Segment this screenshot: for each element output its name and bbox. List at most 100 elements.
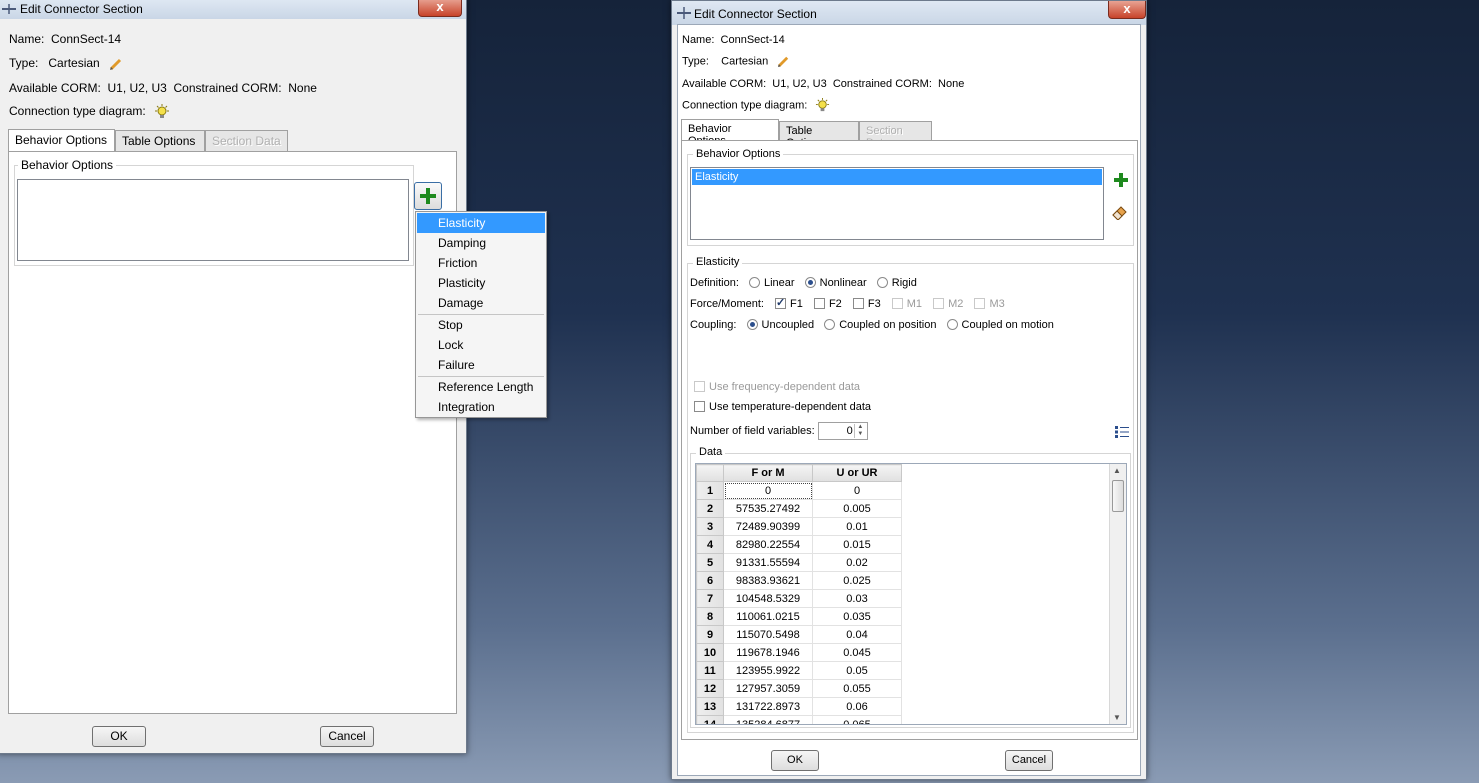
cell-f-or-m[interactable]: 57535.27492 — [723, 499, 813, 518]
eraser-icon[interactable] — [1111, 204, 1129, 220]
left-tab-table-options[interactable]: Table Options — [115, 130, 205, 151]
checkbox-label: F2 — [828, 298, 842, 310]
table-options-icon[interactable] — [1115, 426, 1129, 438]
radio-coupled-on-position[interactable] — [824, 319, 836, 330]
scroll-up-icon[interactable]: ▲ — [1113, 466, 1121, 475]
row-number[interactable]: 12 — [696, 679, 724, 698]
cell-u-or-ur[interactable]: 0.03 — [812, 589, 902, 608]
checkbox-f3[interactable] — [852, 298, 864, 309]
add-plus-icon[interactable] — [1114, 173, 1128, 187]
radio-linear[interactable] — [748, 277, 760, 288]
cell-u-or-ur[interactable]: 0.035 — [812, 607, 902, 626]
row-number[interactable]: 3 — [696, 517, 724, 536]
menu-item-plasticity[interactable]: Plasticity — [417, 273, 545, 293]
row-number[interactable]: 13 — [696, 697, 724, 716]
radio-uncoupled[interactable] — [746, 319, 758, 330]
field-vars-spinner[interactable]: 0 ▲ ▼ — [817, 422, 868, 440]
edit-pencil-icon[interactable] — [777, 55, 790, 68]
row-number[interactable]: 4 — [696, 535, 724, 554]
right-ok-button[interactable]: OK — [771, 750, 819, 771]
lightbulb-icon[interactable] — [154, 104, 170, 120]
cell-u-or-ur[interactable]: 0 — [812, 481, 902, 500]
row-number[interactable]: 2 — [696, 499, 724, 518]
cell-u-or-ur[interactable]: 0.01 — [812, 517, 902, 536]
radio-nonlinear[interactable] — [804, 277, 816, 288]
cell-f-or-m[interactable]: 119678.1946 — [723, 643, 813, 662]
row-number[interactable]: 9 — [696, 625, 724, 644]
menu-item-damage[interactable]: Damage — [417, 293, 545, 313]
cell-f-or-m[interactable]: 127957.3059 — [723, 679, 813, 698]
cell-u-or-ur[interactable]: 0.025 — [812, 571, 902, 590]
row-number[interactable]: 6 — [696, 571, 724, 590]
cell-f-or-m[interactable]: 82980.22554 — [723, 535, 813, 554]
menu-item-elasticity[interactable]: Elasticity — [417, 213, 545, 233]
right-cancel-button[interactable]: Cancel — [1005, 750, 1053, 771]
lightbulb-icon[interactable] — [815, 98, 830, 113]
right-behavior-list[interactable]: Elasticity — [690, 167, 1104, 240]
menu-item-integration[interactable]: Integration — [417, 397, 545, 417]
name-value: ConnSect-14 — [51, 32, 122, 46]
column-header-u-or-ur[interactable]: U or UR — [812, 464, 902, 482]
radio-coupled-on-motion[interactable] — [946, 319, 958, 330]
left-add-behavior-button[interactable] — [414, 182, 442, 210]
scrollbar-thumb[interactable] — [1112, 480, 1124, 512]
cell-u-or-ur[interactable]: 0.005 — [812, 499, 902, 518]
right-dialog-titlebar[interactable]: Edit Connector Section — [672, 1, 1146, 25]
cell-u-or-ur[interactable]: 0.055 — [812, 679, 902, 698]
menu-item-lock[interactable]: Lock — [417, 335, 545, 355]
cell-f-or-m[interactable]: 135284.6877 — [723, 715, 813, 724]
row-number[interactable]: 5 — [696, 553, 724, 572]
edit-pencil-icon[interactable] — [109, 57, 123, 71]
row-number[interactable]: 10 — [696, 643, 724, 662]
row-number[interactable]: 1 — [696, 481, 724, 500]
checkbox-temperature-dependent[interactable] — [694, 401, 705, 412]
cell-u-or-ur[interactable]: 0.045 — [812, 643, 902, 662]
left-close-button[interactable]: x — [418, 0, 462, 17]
left-behavior-list[interactable] — [17, 179, 409, 261]
menu-item-reference-length[interactable]: Reference Length — [417, 377, 545, 397]
cell-f-or-m[interactable]: 72489.90399 — [723, 517, 813, 536]
right-tab-behavior-options[interactable]: Behavior Options — [681, 119, 779, 147]
cell-u-or-ur[interactable]: 0.05 — [812, 661, 902, 680]
behavior-list-item-elasticity[interactable]: Elasticity — [692, 169, 1102, 185]
menu-item-damping[interactable]: Damping — [417, 233, 545, 253]
cell-f-or-m[interactable]: 131722.8973 — [723, 697, 813, 716]
table-row: 9 115070.5498 0.04 — [696, 625, 902, 644]
scroll-down-icon[interactable]: ▼ — [1113, 713, 1121, 722]
cell-u-or-ur[interactable]: 0.04 — [812, 625, 902, 644]
left-dialog-titlebar[interactable]: Edit Connector Section — [0, 0, 466, 19]
right-close-button[interactable]: x — [1108, 1, 1146, 19]
cell-f-or-m[interactable]: 115070.5498 — [723, 625, 813, 644]
name-label: Name: — [9, 32, 45, 46]
checkbox-f1[interactable] — [775, 296, 787, 309]
menu-item-friction[interactable]: Friction — [417, 253, 545, 273]
cell-f-or-m[interactable]: 98383.93621 — [723, 571, 813, 590]
right-tab-table-options[interactable]: Table Options — [779, 121, 859, 149]
cell-f-or-m[interactable]: 0 — [723, 481, 813, 500]
row-number[interactable]: 7 — [696, 589, 724, 608]
row-number[interactable]: 11 — [696, 661, 724, 680]
menu-item-stop[interactable]: Stop — [417, 315, 545, 335]
radio-rigid[interactable] — [876, 277, 888, 288]
cell-f-or-m[interactable]: 104548.5329 — [723, 589, 813, 608]
left-ok-button[interactable]: OK — [92, 726, 146, 747]
table-row: 4 82980.22554 0.015 — [696, 535, 902, 554]
cell-f-or-m[interactable]: 123955.9922 — [723, 661, 813, 680]
cell-f-or-m[interactable]: 110061.0215 — [723, 607, 813, 626]
cell-u-or-ur[interactable]: 0.06 — [812, 697, 902, 716]
row-number[interactable]: 8 — [696, 607, 724, 626]
checkbox-f2[interactable] — [813, 298, 825, 309]
elasticity-group-label: Elasticity — [693, 256, 743, 268]
left-tab-behavior-options[interactable]: Behavior Options — [8, 129, 115, 152]
cell-u-or-ur[interactable]: 0.065 — [812, 715, 902, 724]
spinner-arrows-icon[interactable]: ▲ ▼ — [853, 424, 866, 438]
menu-item-failure[interactable]: Failure — [417, 355, 545, 375]
row-number[interactable]: 14 — [696, 715, 724, 724]
left-cancel-button[interactable]: Cancel — [320, 726, 374, 747]
column-header-f-or-m[interactable]: F or M — [723, 464, 813, 482]
cell-f-or-m[interactable]: 91331.55594 — [723, 553, 813, 572]
table-vertical-scrollbar[interactable]: ▲ ▼ — [1109, 464, 1126, 724]
cell-u-or-ur[interactable]: 0.015 — [812, 535, 902, 554]
radio-label: Linear — [763, 277, 795, 289]
cell-u-or-ur[interactable]: 0.02 — [812, 553, 902, 572]
